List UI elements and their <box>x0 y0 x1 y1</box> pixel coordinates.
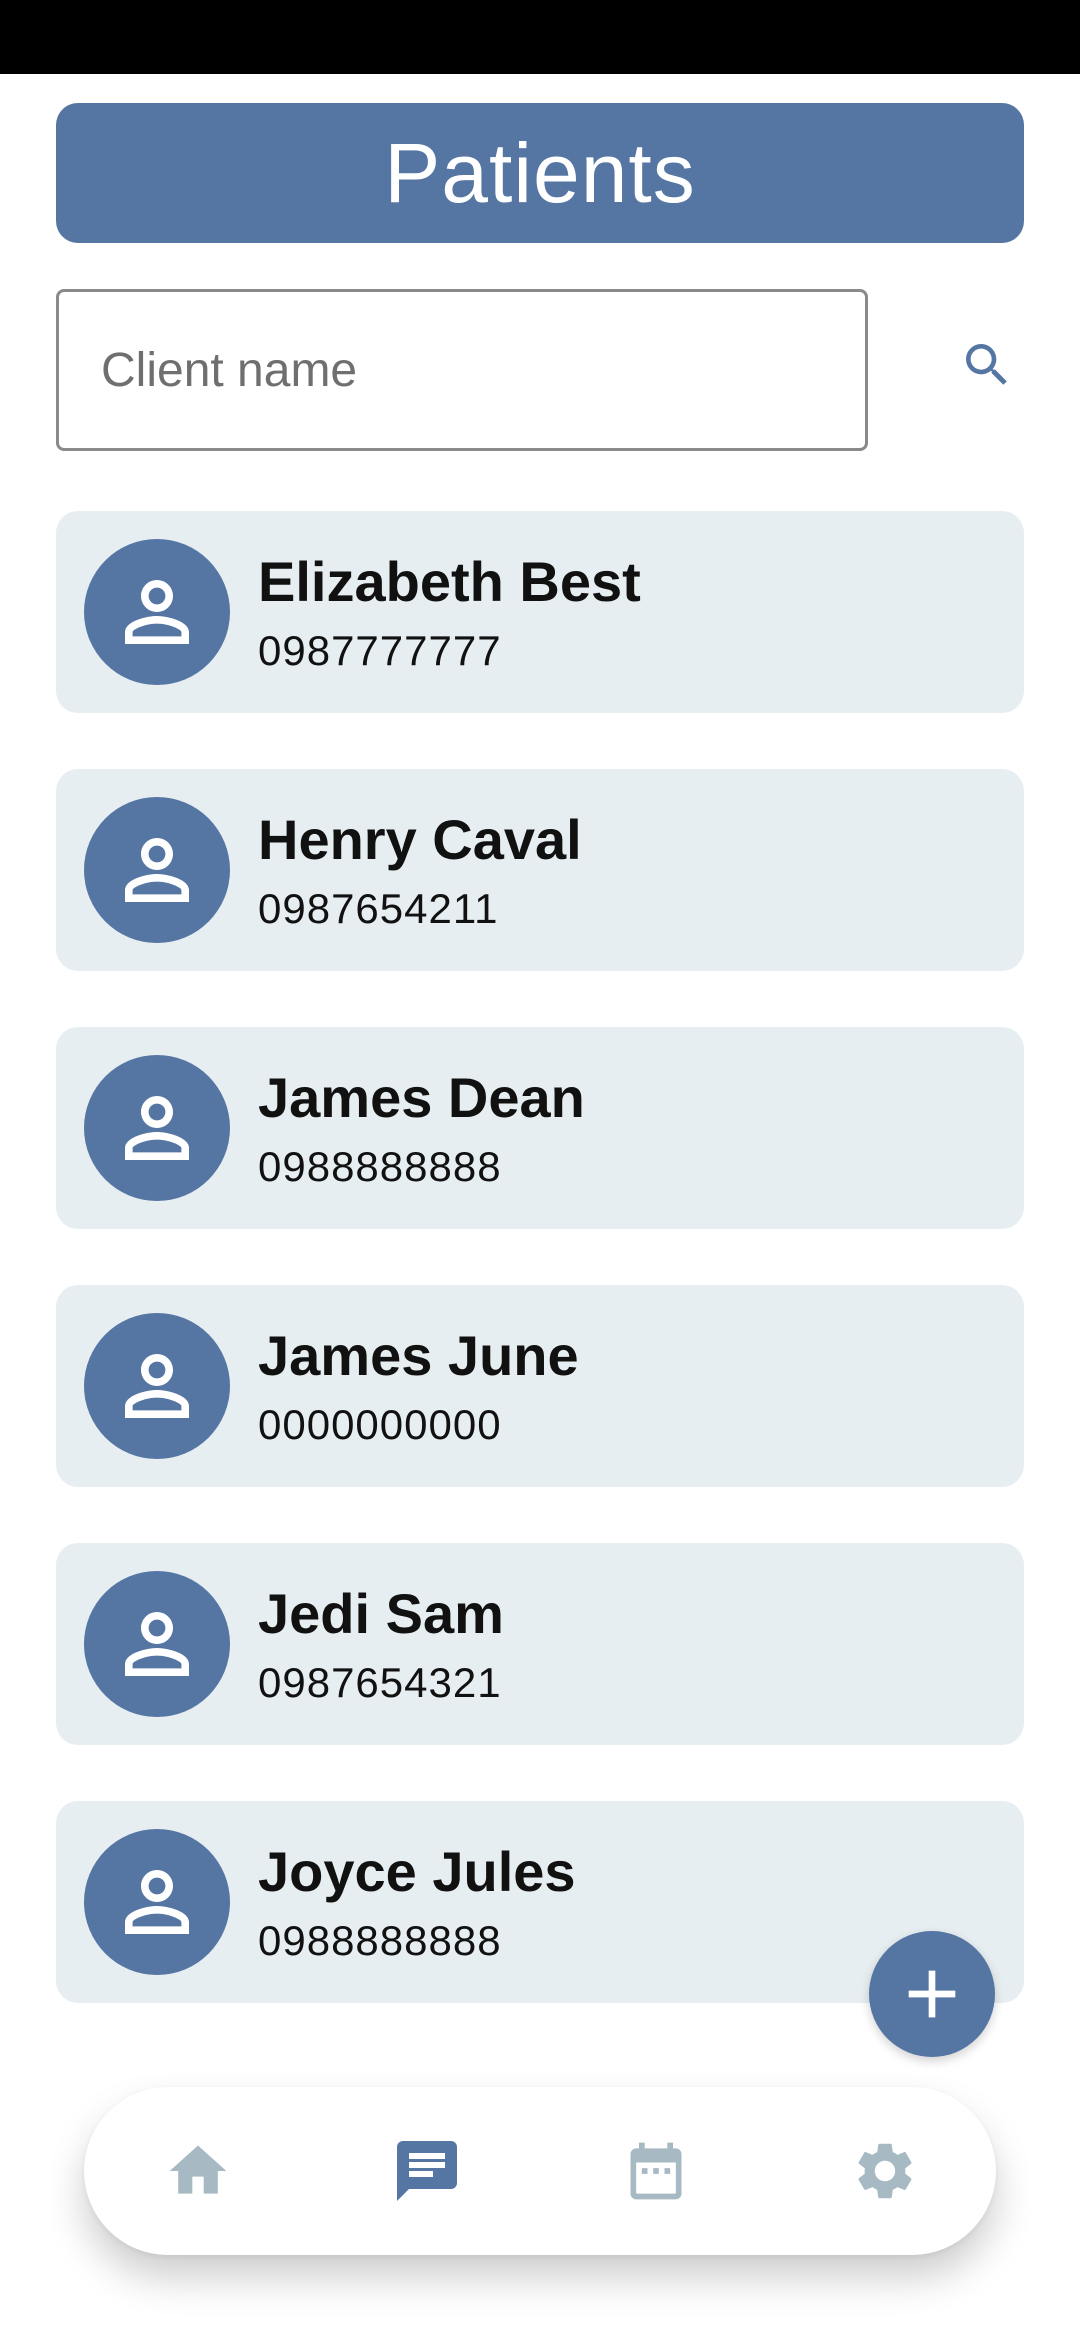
patient-name: Henry Caval <box>258 808 582 871</box>
gear-icon <box>858 2143 912 2199</box>
avatar <box>84 1055 230 1201</box>
person-icon <box>125 1612 189 1676</box>
bottom-navigation <box>84 2087 996 2255</box>
patient-phone: 0988888888 <box>258 1143 502 1190</box>
message-icon <box>397 2141 457 2201</box>
avatar <box>84 539 230 685</box>
person-icon <box>125 1354 189 1418</box>
person-icon <box>125 838 189 902</box>
person-icon <box>125 1096 189 1160</box>
add-patient-button[interactable] <box>869 1931 995 2057</box>
patient-card[interactable]: Elizabeth Best 0987777777 <box>56 511 1024 713</box>
avatar <box>84 797 230 943</box>
nav-home[interactable] <box>138 2087 258 2255</box>
home-icon <box>169 2145 227 2194</box>
search-input[interactable] <box>59 292 865 448</box>
search-field[interactable] <box>56 289 868 451</box>
patient-card[interactable]: James June 0000000000 <box>56 1285 1024 1487</box>
patient-name: James Dean <box>258 1066 585 1129</box>
calendar-icon <box>630 2142 682 2200</box>
patient-card[interactable]: James Dean 0988888888 <box>56 1027 1024 1229</box>
page-title: Patients <box>384 125 696 220</box>
patient-phone: 0988888888 <box>258 1917 502 1964</box>
patient-card[interactable]: Henry Caval 0987654211 <box>56 769 1024 971</box>
avatar <box>84 1571 230 1717</box>
header: Patients <box>56 103 1024 243</box>
patient-phone: 0000000000 <box>258 1401 502 1448</box>
nav-messages[interactable] <box>367 2087 487 2255</box>
avatar <box>84 1829 230 1975</box>
person-icon <box>125 580 189 644</box>
patient-name: James June <box>258 1324 579 1387</box>
patient-name: Elizabeth Best <box>258 550 641 613</box>
plus-icon <box>908 1970 956 2018</box>
patient-name: Joyce Jules <box>258 1840 576 1903</box>
search-button[interactable] <box>947 325 1027 405</box>
patient-phone: 0987654211 <box>258 885 499 932</box>
status-bar <box>0 0 1080 74</box>
search-icon <box>966 344 1007 385</box>
patient-name: Jedi Sam <box>258 1582 504 1645</box>
avatar <box>84 1313 230 1459</box>
nav-calendar[interactable] <box>596 2087 716 2255</box>
nav-settings[interactable] <box>825 2087 945 2255</box>
patient-phone: 0987777777 <box>258 627 502 674</box>
patient-phone: 0987654321 <box>258 1659 502 1706</box>
person-icon <box>125 1870 189 1934</box>
patient-card[interactable]: Jedi Sam 0987654321 <box>56 1543 1024 1745</box>
